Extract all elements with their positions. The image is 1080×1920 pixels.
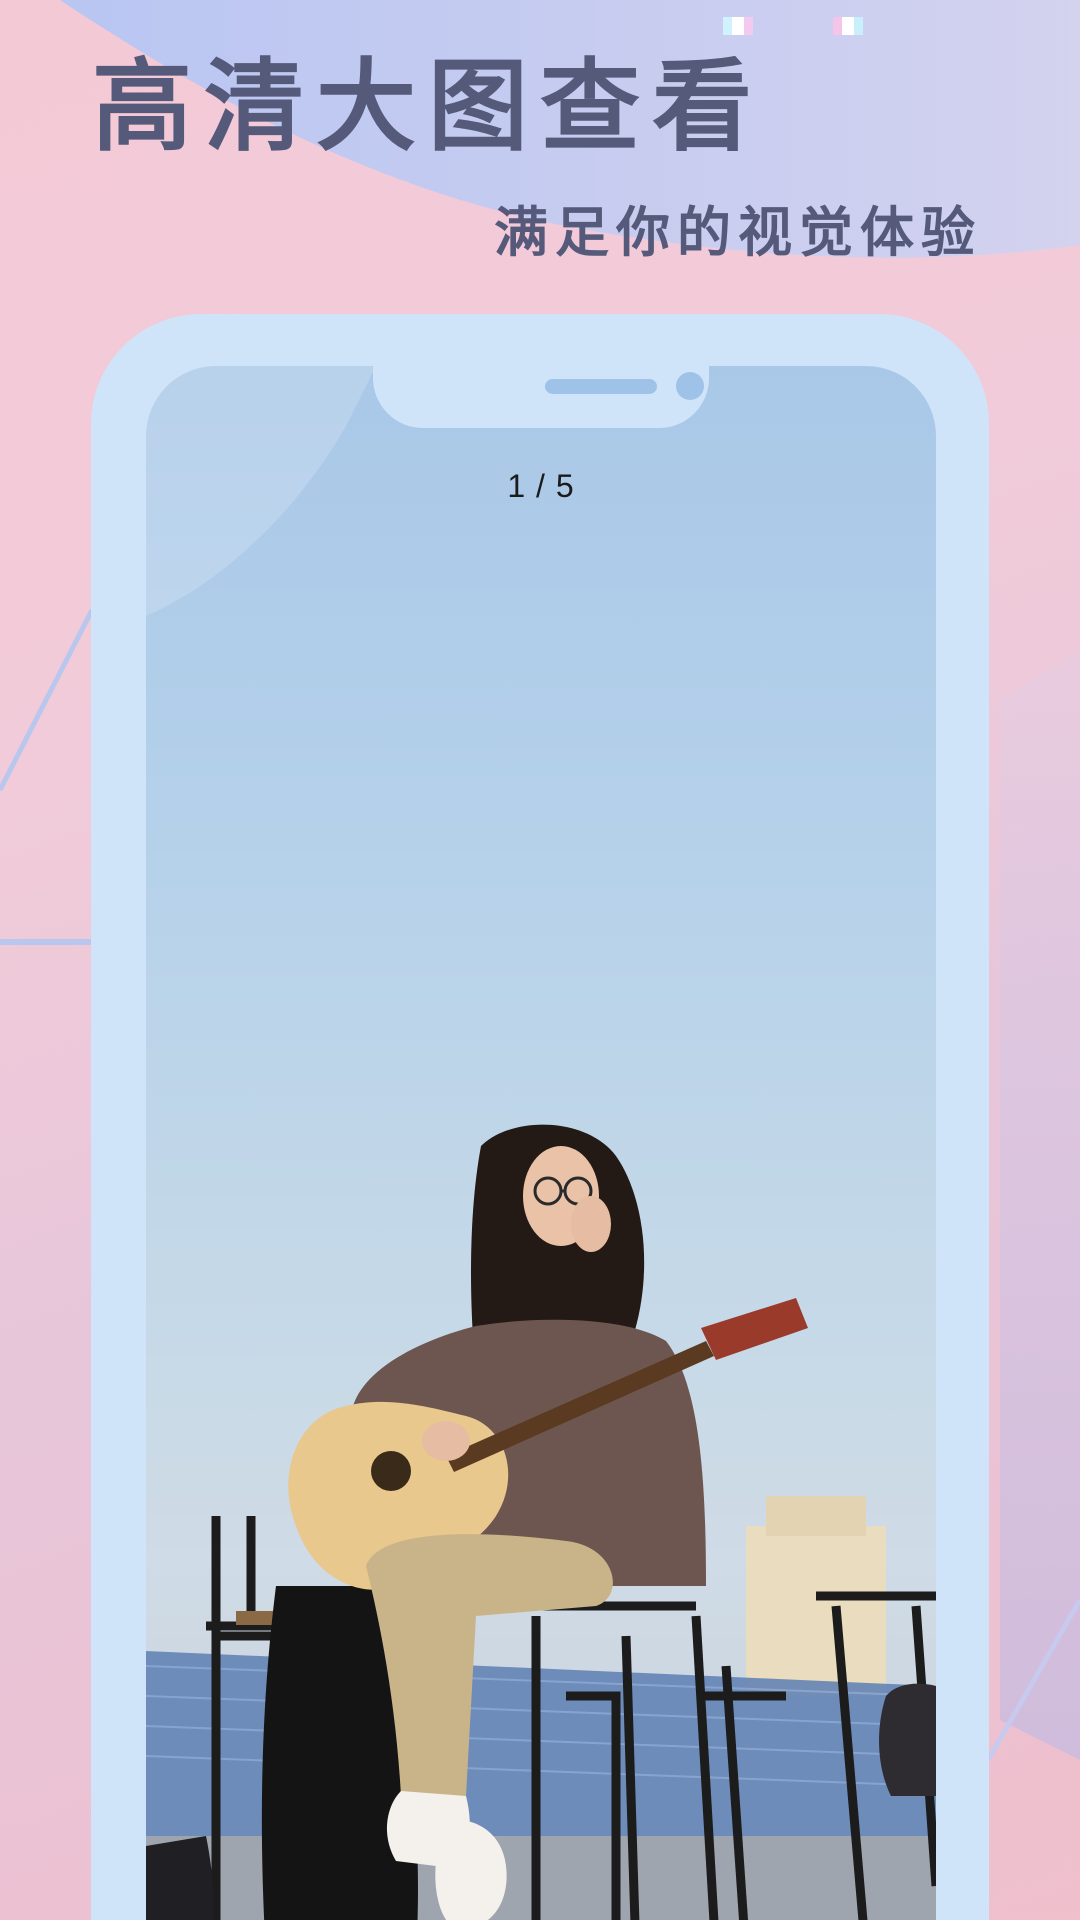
- guitar-player-photo: [146, 366, 936, 1920]
- glitch-mark-left: [723, 17, 753, 35]
- page-title: 高清大图查看: [92, 48, 764, 165]
- page-subtitle: 满足你的视觉体验: [494, 201, 982, 264]
- phone-mockup: 1 / 5: [91, 314, 989, 1920]
- page-counter: 1 / 5: [507, 468, 575, 504]
- speaker-grille: [545, 379, 657, 394]
- front-camera-icon: [676, 372, 704, 400]
- image-viewer-screen[interactable]: 1 / 5: [146, 366, 936, 1920]
- glitch-mark-right: [833, 17, 863, 35]
- phone-notch: [373, 366, 709, 428]
